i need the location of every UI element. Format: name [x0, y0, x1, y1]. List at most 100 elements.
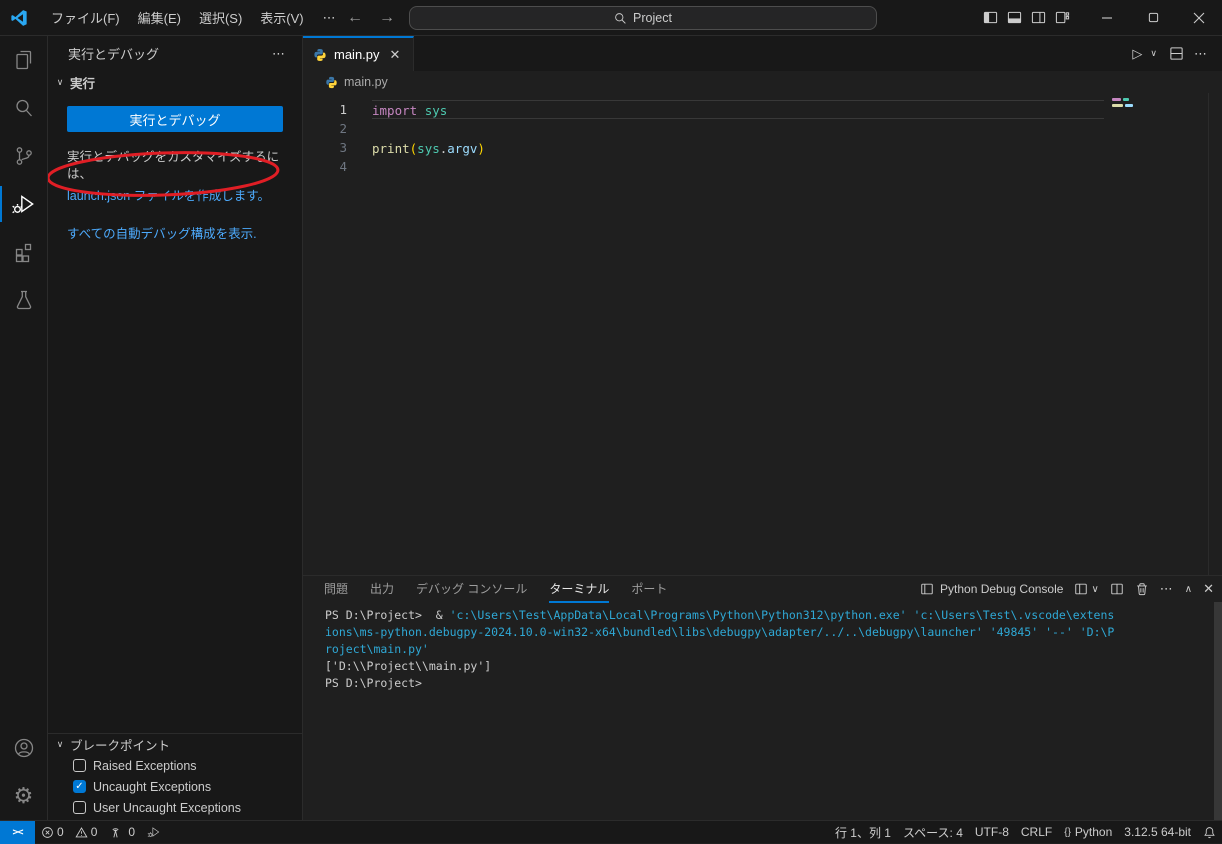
menu-selection[interactable]: 選択(S)	[190, 5, 251, 31]
account-icon[interactable]	[0, 724, 48, 772]
tab-ports[interactable]: ポート	[631, 576, 667, 602]
indentation[interactable]: スペース: 4	[897, 821, 969, 844]
split-terminal-icon[interactable]	[1110, 582, 1124, 596]
tab-debug-console[interactable]: デバッグ コンソール	[416, 576, 527, 602]
braces-icon: {}	[1064, 827, 1071, 838]
bell-icon	[1203, 826, 1216, 839]
terminal-line: PS D:\Project>	[325, 675, 1204, 692]
editor-more-actions-icon[interactable]: ⋯	[1190, 46, 1212, 62]
code-editor[interactable]: 1 import sys 2 3 print(sys.argv) 4	[303, 93, 1222, 575]
maximize-panel-icon[interactable]: ∧	[1185, 584, 1192, 595]
tab-problems[interactable]: 問題	[324, 576, 348, 602]
code-line[interactable]: 1 import sys	[303, 100, 1222, 119]
code-line[interactable]: 3 print(sys.argv)	[303, 138, 1222, 157]
chevron-down-icon: ∨	[52, 77, 68, 88]
kill-terminal-trash-icon[interactable]	[1135, 582, 1149, 596]
sidebar-title: 実行とデバッグ	[68, 44, 268, 63]
editor-group: main.py ✕ ▷ ∨ ⋯ main.py 1 import sys	[303, 36, 1222, 820]
line-number: 2	[303, 119, 347, 138]
terminal-icon	[920, 582, 934, 596]
code-line[interactable]: 2	[303, 119, 1222, 138]
source-control-icon[interactable]	[0, 132, 48, 180]
command-center-search[interactable]: Project	[409, 6, 877, 30]
remote-indicator[interactable]: ><	[0, 821, 35, 844]
debug-alt-icon	[147, 825, 161, 839]
toggle-secondary-sidebar-icon[interactable]	[1031, 10, 1046, 25]
breakpoints-header[interactable]: ∨ ブレークポイント	[48, 734, 302, 755]
breakpoint-raised-exceptions[interactable]: ✓ Raised Exceptions	[48, 755, 302, 776]
run-and-debug-button[interactable]: 実行とデバッグ	[67, 106, 283, 132]
tab-output[interactable]: 出力	[370, 576, 394, 602]
radio-tower-icon	[109, 826, 122, 839]
settings-gear-icon[interactable]: ⚙	[0, 772, 48, 820]
terminal-output[interactable]: PS D:\Project> & 'c:\Users\Test\AppData\…	[303, 602, 1222, 820]
launch-profile-button[interactable]: ∨	[1074, 582, 1098, 596]
breadcrumb-item[interactable]: main.py	[344, 75, 388, 89]
line-number: 4	[303, 157, 347, 176]
extensions-icon[interactable]	[0, 228, 48, 276]
show-all-debug-configs-link[interactable]: すべての自動デバッグ構成を表示.	[67, 226, 283, 243]
problems-status[interactable]: 0 0	[35, 821, 103, 844]
run-and-debug-icon[interactable]	[0, 180, 48, 228]
line-number: 3	[303, 138, 347, 157]
cursor-position[interactable]: 行 1、列 1	[829, 821, 897, 844]
tab-close-icon[interactable]: ✕	[387, 46, 404, 64]
create-launch-json-link[interactable]: launch.json ファイルを作成します。	[67, 188, 283, 205]
language-mode[interactable]: {} Python	[1058, 821, 1118, 844]
python-interpreter[interactable]: 3.12.5 64-bit	[1118, 821, 1197, 844]
python-file-icon	[313, 48, 327, 62]
minimap[interactable]	[1108, 98, 1208, 110]
nav-back-icon[interactable]: ←	[345, 9, 365, 27]
menu-view[interactable]: 表示(V)	[251, 5, 312, 31]
search-view-icon[interactable]	[0, 84, 48, 132]
run-python-file-icon[interactable]: ▷	[1132, 46, 1142, 62]
window-maximize-button[interactable]	[1130, 0, 1176, 36]
sidebar-more-actions-icon[interactable]: ⋯	[268, 44, 290, 64]
ports-status[interactable]: 0	[103, 821, 141, 844]
run-dropdown-chevron-icon[interactable]: ∨	[1150, 48, 1157, 59]
menu-overflow-icon[interactable]: ⋯	[313, 5, 348, 31]
close-panel-icon[interactable]: ✕	[1203, 581, 1214, 597]
encoding[interactable]: UTF-8	[969, 821, 1015, 844]
title-bar: ファイル(F) 編集(E) 選択(S) 表示(V) ⋯ ← → Project	[0, 0, 1222, 36]
breadcrumb[interactable]: main.py	[303, 71, 1222, 93]
menu-file[interactable]: ファイル(F)	[42, 5, 129, 31]
terminal-scrollbar[interactable]	[1214, 602, 1222, 820]
eol-sequence[interactable]: CRLF	[1015, 821, 1058, 844]
window-close-button[interactable]	[1176, 0, 1222, 36]
debug-status-icon[interactable]	[141, 821, 167, 844]
checkbox[interactable]: ✓	[73, 759, 86, 772]
customize-layout-icon[interactable]	[1055, 10, 1070, 25]
warning-icon	[75, 826, 88, 839]
command-center: ← → Project	[345, 0, 877, 36]
chevron-down-icon: ∨	[52, 739, 68, 750]
split-editor-icon[interactable]	[1169, 46, 1184, 61]
checkbox[interactable]: ✓	[73, 801, 86, 814]
search-icon	[614, 12, 627, 25]
testing-icon[interactable]	[0, 276, 48, 324]
toggle-panel-icon[interactable]	[1007, 10, 1022, 25]
run-debug-sidebar: 実行とデバッグ ⋯ ∨ 実行 実行とデバッグ 実行とデバッグをカスタマイズするに…	[48, 36, 303, 820]
panel-tabs: 問題 出力 デバッグ コンソール ターミナル ポート	[324, 576, 667, 602]
breakpoint-user-uncaught-exceptions[interactable]: ✓ User Uncaught Exceptions	[48, 797, 302, 818]
toggle-sidebar-icon[interactable]	[983, 10, 998, 25]
terminal-instance-selector[interactable]: Python Debug Console	[920, 582, 1063, 596]
new-terminal-icon	[1074, 582, 1088, 596]
code-line[interactable]: 4	[303, 157, 1222, 176]
customize-hint-text: 実行とデバッグをカスタマイズするには、	[67, 149, 283, 183]
window-minimize-button[interactable]	[1084, 0, 1130, 36]
tab-main-py[interactable]: main.py ✕	[303, 36, 414, 71]
run-section-header[interactable]: ∨ 実行	[48, 71, 302, 93]
nav-forward-icon[interactable]: →	[377, 9, 397, 27]
vscode-window: ファイル(F) 編集(E) 選択(S) 表示(V) ⋯ ← → Project	[0, 0, 1222, 843]
panel-more-actions-icon[interactable]: ⋯	[1160, 581, 1174, 597]
vscode-logo-icon	[10, 8, 30, 28]
breakpoint-uncaught-exceptions[interactable]: ✓ Uncaught Exceptions	[48, 776, 302, 797]
python-file-icon	[325, 76, 338, 89]
menu-edit[interactable]: 編集(E)	[129, 5, 190, 31]
checkbox[interactable]: ✓	[73, 780, 86, 793]
tab-terminal[interactable]: ターミナル	[549, 576, 609, 602]
explorer-icon[interactable]	[0, 36, 48, 84]
editor-tab-bar: main.py ✕ ▷ ∨ ⋯	[303, 36, 1222, 71]
notifications-bell[interactable]	[1197, 821, 1222, 844]
